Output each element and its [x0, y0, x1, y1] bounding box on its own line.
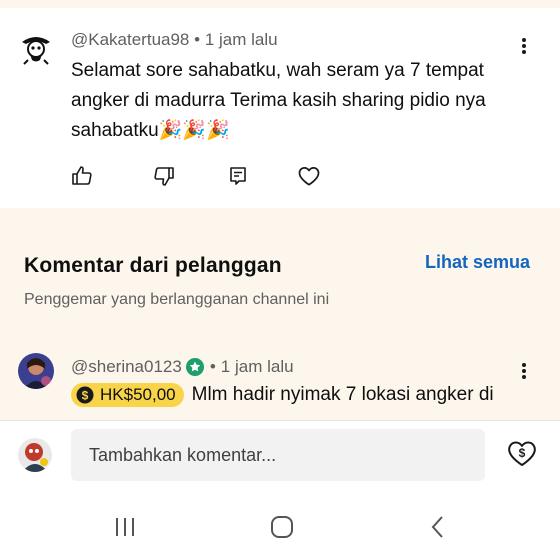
super-thanks-icon: $ [508, 441, 536, 466]
avatar[interactable] [18, 438, 52, 472]
comment-composer: $ [0, 421, 560, 491]
super-thanks-amount: HK$50,00 [100, 385, 176, 404]
comment-input[interactable] [71, 429, 485, 481]
comment-time: 1 jam lalu [204, 30, 278, 49]
verified-badge-icon [185, 358, 204, 376]
thumbs-up-icon[interactable] [62, 158, 102, 194]
kebab-menu-icon[interactable] [514, 360, 534, 382]
kebab-menu-icon[interactable] [514, 35, 534, 57]
super-thanks-icon: $ [76, 386, 94, 404]
comment-text-overflow [71, 413, 551, 420]
comment-author[interactable]: @Kakatertua98 [71, 30, 189, 49]
super-thanks-button[interactable]: $ [504, 435, 540, 471]
avatar[interactable] [18, 30, 54, 66]
comment-time: 1 jam lalu [220, 357, 294, 376]
comment-actions [60, 158, 360, 194]
heart-icon[interactable] [289, 158, 329, 194]
avatar[interactable] [18, 353, 54, 389]
svg-text:$: $ [519, 446, 526, 460]
back-icon[interactable] [418, 511, 458, 543]
super-thanks-badge: $ HK$50,00 [71, 383, 184, 407]
system-navigation-bar [0, 491, 560, 560]
section-title: Komentar dari pelanggan [24, 254, 282, 277]
svg-text:$: $ [82, 389, 89, 403]
see-all-link[interactable]: Lihat semua [425, 252, 530, 273]
comment-meta: @Kakatertua98 • 1 jam lalu [71, 30, 278, 50]
meta-separator: • [194, 30, 201, 49]
meta-separator: • [209, 357, 216, 376]
home-icon[interactable] [262, 511, 302, 543]
comment-text: Selamat sore sahabatku, wah seram ya 7 t… [71, 60, 486, 141]
section-subtitle: Penggemar yang berlangganan channel ini [24, 291, 330, 308]
comment-text-row: $ HK$50,00 Mlm hadir nyimak 7 lokasi ang… [71, 383, 494, 407]
comment-text: Mlm hadir nyimak 7 lokasi angker di [191, 384, 494, 405]
comment-meta: @sherina0123 • 1 jam lalu [71, 357, 294, 377]
recent-apps-icon[interactable] [105, 511, 145, 543]
comment-item: @Kakatertua98 • 1 jam lalu Selamat sore … [0, 8, 560, 208]
section-top-strip [0, 0, 560, 8]
thumbs-down-icon[interactable] [144, 158, 184, 194]
subscriber-comments-section: Komentar dari pelanggan Lihat semua Peng… [0, 208, 560, 420]
comment-author[interactable]: @sherina0123 [71, 357, 182, 377]
reply-icon[interactable] [218, 158, 258, 194]
